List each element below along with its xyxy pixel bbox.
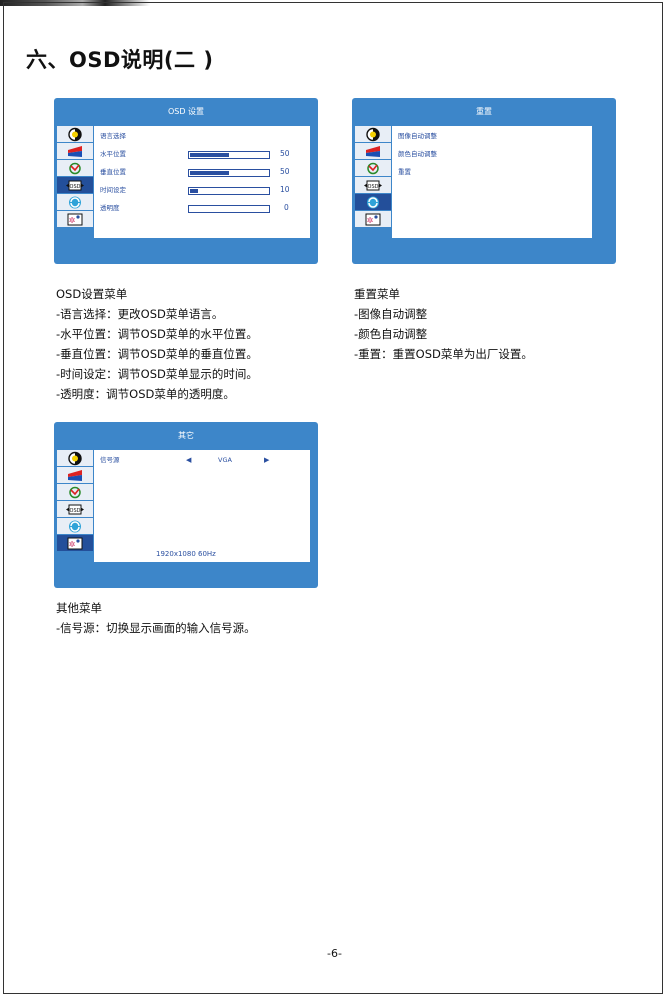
color-icon[interactable] <box>355 143 391 160</box>
transparency-slider[interactable] <box>188 205 270 213</box>
osd-settings-panel: OSD 设置 OSD ✲ 语言选择 水平位置 50 垂直位置 50 时间设定 10… <box>54 98 318 264</box>
color-icon[interactable] <box>57 143 93 160</box>
picture-icon[interactable] <box>355 160 391 177</box>
timeout-value: 10 <box>280 185 290 194</box>
reset-icon[interactable] <box>57 518 93 535</box>
other-description-title: 其他菜单 <box>56 601 102 615</box>
h-position-fill <box>190 153 229 157</box>
osd-description-title: OSD设置菜单 <box>56 287 128 301</box>
osd-panel-title: OSD 设置 <box>167 107 205 116</box>
reset-description-line: -颜色自动调整 <box>354 327 428 341</box>
signal-value: VGA <box>218 456 232 464</box>
page-number: -6- <box>327 947 342 960</box>
other-body: 信号源 ◀ VGA ▶ 1920x1080 60Hz <box>94 450 310 562</box>
osd-description: OSD设置菜单 -语言选择：更改OSD菜单语言。 -水平位置：调节OSD菜单的水… <box>56 284 258 404</box>
osd-row-language[interactable]: 语言选择 <box>100 130 126 142</box>
resolution-readout: 1920x1080 60Hz <box>156 550 216 558</box>
contrast-icon[interactable] <box>57 126 93 143</box>
osd-row-v-position[interactable]: 垂直位置 <box>100 166 126 178</box>
page-heading: 六、OSD说明(二 ) <box>26 48 214 72</box>
signal-right-arrow-icon[interactable]: ▶ <box>264 454 269 466</box>
osd-icon[interactable]: OSD <box>355 177 391 194</box>
svg-text:OSD: OSD <box>70 184 81 190</box>
other-description-line: -信号源：切换显示画面的输入信号源。 <box>56 621 256 635</box>
reset-body: 图像自动调整 颜色自动调整 重置 <box>392 126 592 238</box>
reset-icon-column: OSD ✲ <box>355 126 391 228</box>
reset-panel: 重置 OSD ✲ 图像自动调整 颜色自动调整 重置 <box>352 98 616 264</box>
color-icon[interactable] <box>57 467 93 484</box>
svg-text:OSD: OSD <box>70 508 81 514</box>
osd-description-line: -语言选择：更改OSD菜单语言。 <box>56 307 224 321</box>
reset-row-factory-reset[interactable]: 重置 <box>398 166 411 178</box>
osd-icon-column: OSD ✲ <box>57 126 93 228</box>
v-position-fill <box>190 171 229 175</box>
osd-description-line: -垂直位置：调节OSD菜单的垂直位置。 <box>56 347 258 361</box>
osd-description-line: -时间设定：调节OSD菜单显示的时间。 <box>56 367 258 381</box>
misc-icon[interactable]: ✲ <box>355 211 391 228</box>
misc-icon[interactable]: ✲ <box>57 211 93 228</box>
other-description: 其他菜单 -信号源：切换显示画面的输入信号源。 <box>56 598 256 638</box>
picture-icon[interactable] <box>57 160 93 177</box>
reset-icon[interactable] <box>57 194 93 211</box>
misc-icon[interactable]: ✲ <box>57 535 93 552</box>
h-position-value: 50 <box>280 149 290 158</box>
svg-text:✲: ✲ <box>367 216 374 225</box>
reset-description: 重置菜单 -图像自动调整 -颜色自动调整 -重置：重置OSD菜单为出厂设置。 <box>354 284 533 364</box>
osd-settings-body: 语言选择 水平位置 50 垂直位置 50 时间设定 10 透明度 0 <box>94 126 310 238</box>
timeout-slider[interactable] <box>188 187 270 195</box>
osd-row-h-position[interactable]: 水平位置 <box>100 148 126 160</box>
picture-icon[interactable] <box>57 484 93 501</box>
transparency-value: 0 <box>284 203 289 212</box>
v-position-value: 50 <box>280 167 290 176</box>
timeout-fill <box>190 189 198 193</box>
reset-description-line: -图像自动调整 <box>354 307 428 321</box>
v-position-slider[interactable] <box>188 169 270 177</box>
reset-row-auto-image[interactable]: 图像自动调整 <box>398 130 437 142</box>
contrast-icon[interactable] <box>355 126 391 143</box>
reset-icon[interactable] <box>355 194 391 211</box>
reset-panel-title: 重置 <box>476 107 492 116</box>
svg-text:✲: ✲ <box>69 216 76 225</box>
other-panel-title: 其它 <box>178 431 194 440</box>
osd-row-timeout[interactable]: 时间设定 <box>100 184 126 196</box>
svg-text:✲: ✲ <box>69 540 76 549</box>
other-panel: 其它 OSD ✲ 信号源 ◀ VGA ▶ 1920x1080 60Hz <box>54 422 318 588</box>
reset-row-auto-color[interactable]: 颜色自动调整 <box>398 148 437 160</box>
other-row-signal-source[interactable]: 信号源 <box>100 454 120 466</box>
reset-description-line: -重置：重置OSD菜单为出厂设置。 <box>354 347 533 361</box>
signal-left-arrow-icon[interactable]: ◀ <box>186 454 191 466</box>
reset-description-title: 重置菜单 <box>354 287 400 301</box>
osd-icon[interactable]: OSD <box>57 501 93 518</box>
osd-icon[interactable]: OSD <box>57 177 93 194</box>
osd-description-line: -透明度：调节OSD菜单的透明度。 <box>56 387 235 401</box>
osd-description-line: -水平位置：调节OSD菜单的水平位置。 <box>56 327 258 341</box>
contrast-icon[interactable] <box>57 450 93 467</box>
osd-row-transparency[interactable]: 透明度 <box>100 202 120 214</box>
svg-text:OSD: OSD <box>368 184 379 190</box>
h-position-slider[interactable] <box>188 151 270 159</box>
other-icon-column: OSD ✲ <box>57 450 93 552</box>
